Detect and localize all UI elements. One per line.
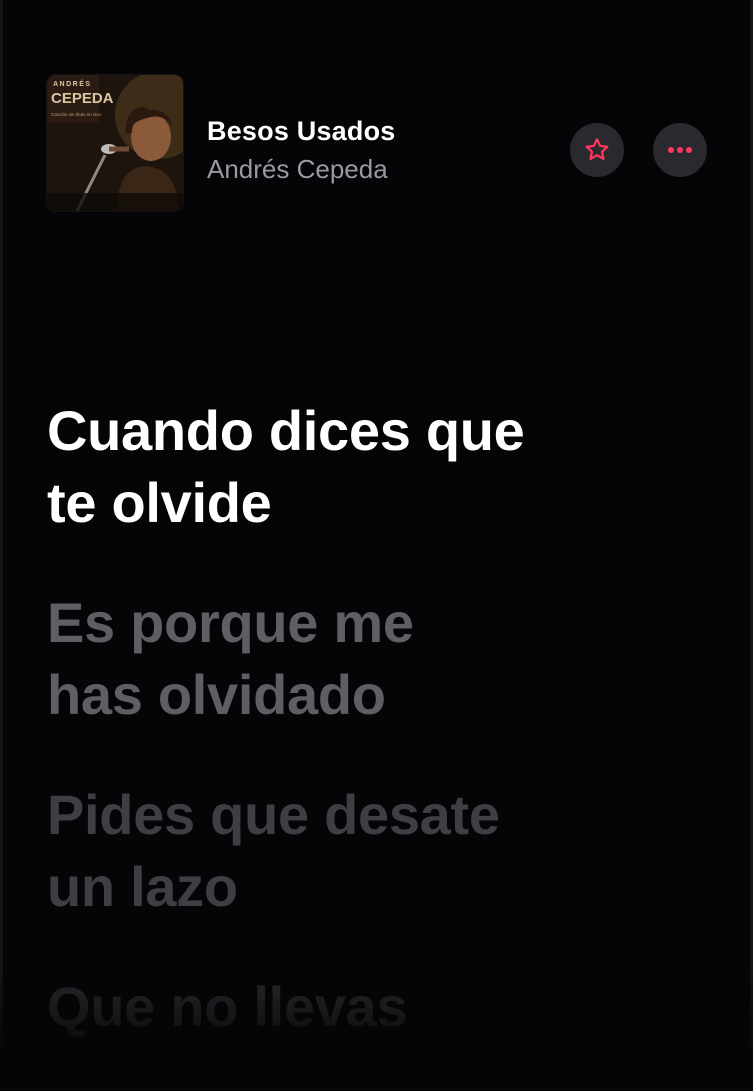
star-outline-icon: [585, 138, 609, 160]
album-art-subtitle-text: Canción sin título en vivo: [51, 112, 102, 117]
album-art-image: ANDRÉS CEPEDA Canción sin título en vivo: [47, 75, 183, 211]
album-art-name-text: CEPEDA: [51, 90, 114, 107]
lyric-line[interactable]: Es porque me has olvidado: [47, 587, 727, 731]
favorite-button[interactable]: [570, 123, 624, 177]
album-art-artist-text: ANDRÉS: [53, 79, 92, 88]
song-title: Besos Usados: [207, 116, 396, 146]
lyric-line[interactable]: Pides que desate un lazo: [47, 779, 727, 923]
artist-name[interactable]: Andrés Cepeda: [207, 154, 388, 185]
more-options-button[interactable]: [653, 123, 707, 177]
lyric-line[interactable]: Que no llevas: [47, 971, 727, 1043]
album-art[interactable]: ANDRÉS CEPEDA Canción sin título en vivo: [47, 75, 183, 211]
lyric-line-active[interactable]: Cuando dices que te olvide: [47, 395, 727, 539]
ellipsis-icon: [668, 147, 692, 153]
now-playing-header: ANDRÉS CEPEDA Canción sin título en vivo…: [0, 0, 753, 240]
lyrics-view[interactable]: Cuando dices que te olvide Es porque me …: [47, 395, 727, 1091]
